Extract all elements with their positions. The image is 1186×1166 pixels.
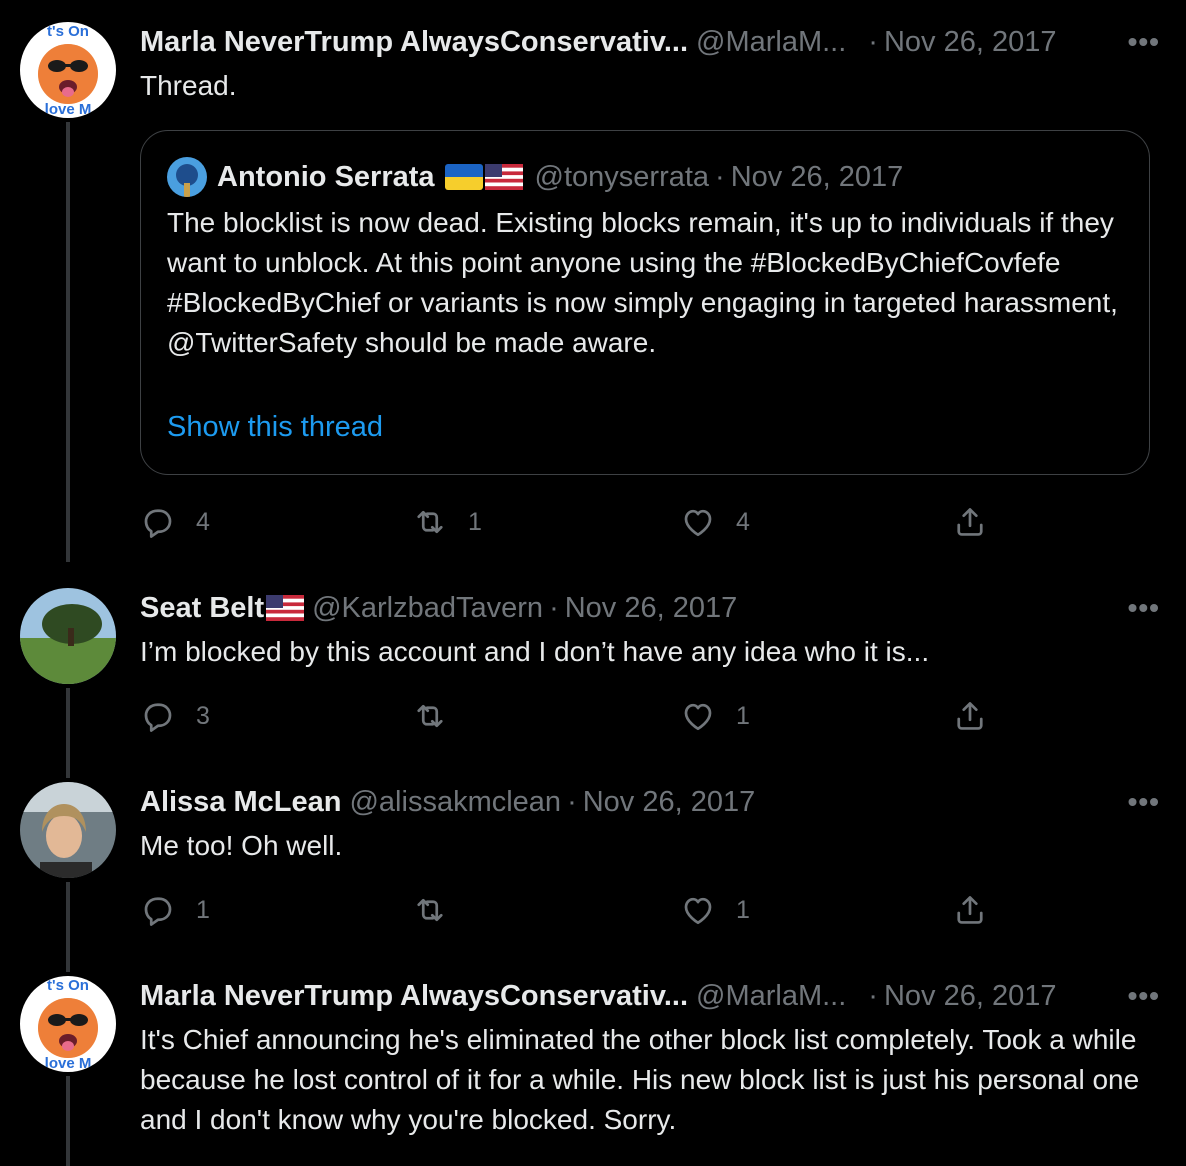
separator: · <box>868 25 878 58</box>
tweet-actions: 1 1 <box>140 890 1000 930</box>
share-icon <box>952 504 988 540</box>
avatar-lettering-bottom: love M <box>45 1055 92 1072</box>
share-button[interactable] <box>952 890 988 930</box>
more-options-icon[interactable]: ••• <box>1128 22 1160 62</box>
tweet-header: Marla NeverTrump AlwaysConservativ... @M… <box>140 22 1056 62</box>
separator: · <box>567 785 577 818</box>
display-name[interactable]: Seat Belt <box>140 592 264 625</box>
retweet-icon <box>412 892 448 928</box>
tweet-text: Thread. <box>140 70 237 101</box>
more-options-icon[interactable]: ••• <box>1128 588 1160 628</box>
like-count: 1 <box>736 895 750 924</box>
reply-icon <box>140 504 176 540</box>
quote-display-name[interactable]: Antonio Serrata <box>217 161 435 194</box>
tweet-header: Marla NeverTrump AlwaysConservativ... @M… <box>140 976 1056 1016</box>
reply-count: 4 <box>196 507 210 536</box>
reply-button[interactable]: 1 <box>140 890 210 930</box>
tweet-text: I’m blocked by this account and I don’t … <box>140 636 930 667</box>
tweet-header: Seat Belt @KarlzbadTavern · Nov 26, 2017 <box>140 588 737 628</box>
display-name[interactable]: Marla NeverTrump AlwaysConservativ... <box>140 980 688 1013</box>
user-handle[interactable]: @KarlzbadTavern <box>312 592 543 625</box>
tweet-actions: 3 1 <box>140 696 1000 736</box>
show-thread-link[interactable]: Show this thread <box>167 411 383 444</box>
timestamp[interactable]: Nov 26, 2017 <box>884 980 1057 1013</box>
share-icon <box>952 698 988 734</box>
separator: · <box>868 979 878 1012</box>
share-button[interactable] <box>952 502 988 542</box>
separator: · <box>715 160 725 193</box>
display-name[interactable]: Marla NeverTrump AlwaysConservativ... <box>140 26 688 59</box>
more-options-icon[interactable]: ••• <box>1128 976 1160 1016</box>
share-button[interactable] <box>952 696 988 736</box>
tweet-4[interactable]: t's On love M Marla NeverTrump AlwaysCon… <box>0 976 1186 1166</box>
user-handle[interactable]: @MarlaM... <box>696 26 846 59</box>
retweet-count: 1 <box>468 507 482 536</box>
like-button[interactable]: 1 <box>680 890 750 930</box>
thread-line <box>66 122 70 562</box>
user-handle[interactable]: @alissakmclean <box>349 786 561 819</box>
tweet-2[interactable]: Seat Belt @KarlzbadTavern · Nov 26, 2017… <box>0 588 1186 778</box>
like-button[interactable]: 1 <box>680 696 750 736</box>
retweet-icon <box>412 504 448 540</box>
avatar[interactable] <box>20 588 116 684</box>
retweet-icon <box>412 698 448 734</box>
separator: · <box>549 591 559 624</box>
us-flag-icon <box>266 595 304 621</box>
share-icon <box>952 892 988 928</box>
avatar[interactable] <box>20 782 116 878</box>
like-button[interactable]: 4 <box>680 502 750 542</box>
ukraine-flag-icon <box>445 164 483 190</box>
quoted-tweet[interactable]: Antonio Serrata @tonyserrata · Nov 26, 2… <box>140 130 1150 475</box>
us-flag-icon <box>485 164 523 190</box>
thread-line <box>66 882 70 972</box>
avatar[interactable]: t's On love M <box>20 22 116 118</box>
reply-icon <box>140 698 176 734</box>
heart-icon <box>680 698 716 734</box>
tweet-3[interactable]: Alissa McLean @alissakmclean · Nov 26, 2… <box>0 782 1186 972</box>
reply-icon <box>140 892 176 928</box>
reply-count: 1 <box>196 895 210 924</box>
timestamp[interactable]: Nov 26, 2017 <box>884 26 1057 59</box>
quote-timestamp[interactable]: Nov 26, 2017 <box>731 161 904 194</box>
user-handle[interactable]: @MarlaM... <box>696 980 846 1013</box>
quote-header: Antonio Serrata @tonyserrata · Nov 26, 2… <box>167 157 903 197</box>
tweet-text: It's Chief announcing he's eliminated th… <box>140 1024 1140 1135</box>
like-count: 1 <box>736 701 750 730</box>
avatar-lettering-top: t's On <box>47 977 89 994</box>
like-count: 4 <box>736 507 750 536</box>
quote-user-handle[interactable]: @tonyserrata <box>535 161 710 194</box>
timestamp[interactable]: Nov 26, 2017 <box>565 592 738 625</box>
more-options-icon[interactable]: ••• <box>1128 782 1160 822</box>
heart-icon <box>680 892 716 928</box>
tweet-header: Alissa McLean @alissakmclean · Nov 26, 2… <box>140 782 755 822</box>
thread-line <box>66 1076 70 1166</box>
display-name[interactable]: Alissa McLean <box>140 786 341 819</box>
reply-button[interactable]: 4 <box>140 502 210 542</box>
avatar-lettering-bottom: love M <box>45 101 92 118</box>
quote-avatar <box>167 157 207 197</box>
thread-line <box>66 688 70 778</box>
tweet-actions: 4 1 4 <box>140 502 1000 542</box>
timestamp[interactable]: Nov 26, 2017 <box>583 786 756 819</box>
reply-button[interactable]: 3 <box>140 696 210 736</box>
avatar-lettering-top: t's On <box>47 23 89 40</box>
tweet-text: Me too! Oh well. <box>140 830 343 861</box>
quote-text: The blocklist is now dead. Existing bloc… <box>167 207 1118 358</box>
retweet-button[interactable]: 1 <box>412 502 482 542</box>
avatar[interactable]: t's On love M <box>20 976 116 1072</box>
retweet-button[interactable] <box>412 890 468 930</box>
heart-icon <box>680 504 716 540</box>
retweet-button[interactable] <box>412 696 468 736</box>
reply-count: 3 <box>196 701 210 730</box>
tweet-1[interactable]: t's On love M Marla NeverTrump AlwaysCon… <box>0 22 1186 562</box>
